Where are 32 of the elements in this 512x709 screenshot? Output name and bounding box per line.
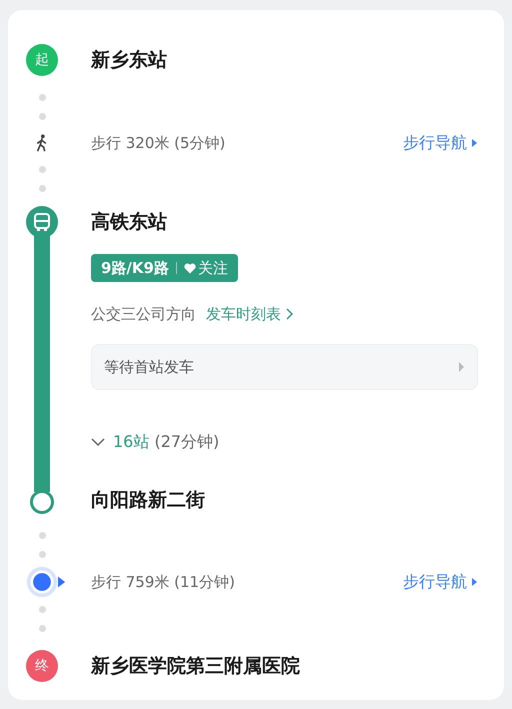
direction-text: 公交三公司方向 [91, 304, 196, 324]
route-dot [38, 532, 46, 539]
station-name: 新乡医学院第三附属医院 [91, 654, 300, 679]
caret-icon [458, 361, 465, 373]
route-dot [38, 625, 46, 632]
station-name: 高铁东站 [91, 210, 167, 235]
timetable-link[interactable]: 发车时刻表 [206, 304, 293, 324]
stop-badge: 起 [26, 44, 58, 76]
follow-button[interactable]: 关注 [184, 258, 228, 278]
route-dot [38, 551, 46, 558]
caret-icon [471, 577, 478, 587]
stop-badge: 终 [26, 650, 58, 682]
station-name: 向阳路新二街 [91, 488, 205, 513]
route-dot [38, 606, 46, 613]
route-dot [38, 166, 46, 173]
walk-info: 步行 320米 (5分钟) [91, 134, 226, 152]
chevron-icon [91, 438, 105, 446]
caret-icon [471, 138, 478, 148]
route-dot [38, 94, 46, 101]
chevron-icon [286, 308, 293, 320]
route-dot [38, 113, 46, 120]
walk-navigation-link[interactable]: 步行导航 [403, 572, 478, 592]
departure-status-bar[interactable]: 等待首站发车 [91, 344, 478, 390]
station-name: 新乡东站 [91, 48, 167, 73]
bus-icon [26, 206, 58, 238]
route-dot [38, 185, 46, 192]
stop-ring [30, 490, 54, 514]
stops-toggle[interactable]: 16站 (27分钟) [91, 428, 220, 456]
walk-navigation-link[interactable]: 步行导航 [403, 132, 478, 154]
walk-info: 步行 759米 (11分钟) [91, 572, 235, 592]
bus-line-name: 9路/K9路 [101, 258, 169, 278]
heart-icon [184, 262, 196, 274]
